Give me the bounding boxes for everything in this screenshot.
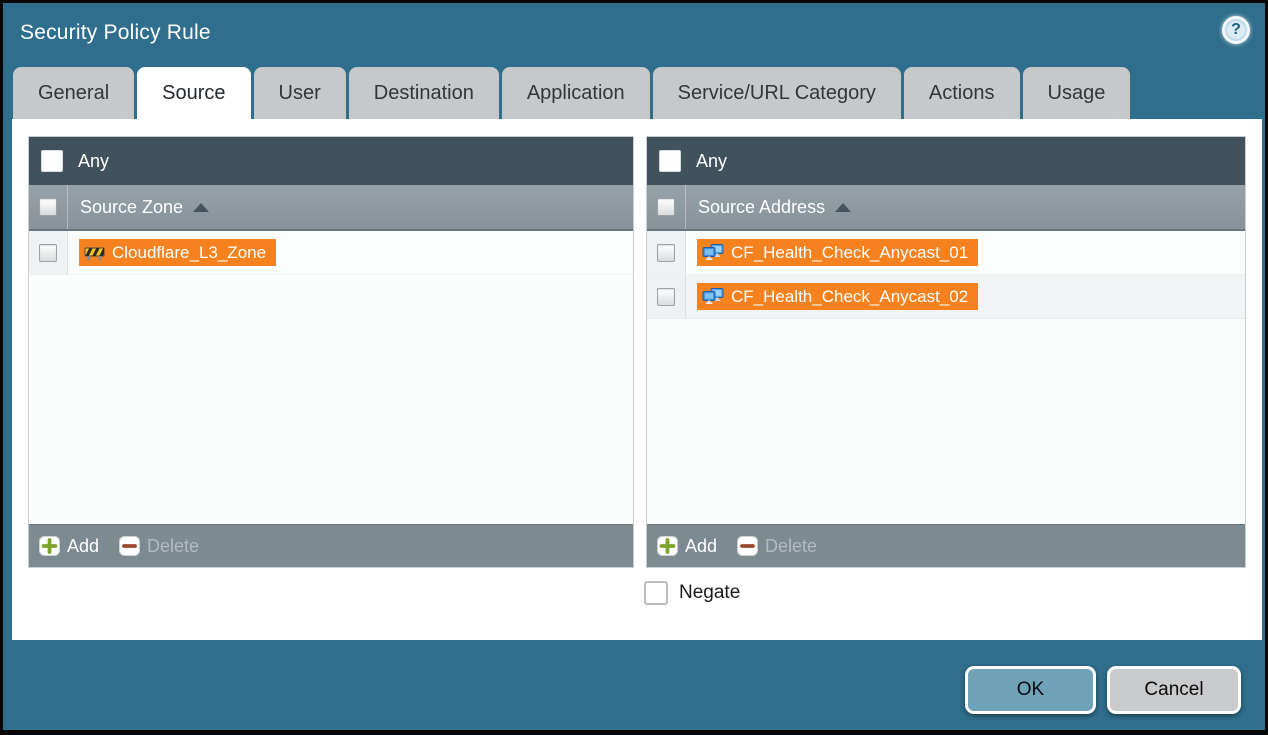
column-title: Source Zone — [80, 197, 183, 218]
zone-name: Cloudflare_L3_Zone — [112, 243, 266, 263]
row-checkbox[interactable] — [657, 244, 675, 262]
zone-chip[interactable]: Cloudflare_L3_Zone — [79, 239, 276, 266]
delete-icon — [119, 536, 140, 556]
row-checkbox-cell — [647, 275, 686, 318]
source-zone-select-all-checkbox[interactable] — [39, 198, 57, 216]
source-address-column-header[interactable]: Source Address — [647, 185, 1245, 231]
sort-ascending-icon — [835, 203, 851, 212]
cancel-button[interactable]: Cancel — [1107, 666, 1241, 714]
delete-button[interactable]: Delete — [119, 536, 199, 557]
source-zone-any-checkbox[interactable] — [41, 150, 63, 172]
source-address-list: CF_Health_Check_Anycast_01 — [647, 231, 1245, 524]
address-chip[interactable]: CF_Health_Check_Anycast_01 — [697, 239, 978, 266]
source-address-toolbar: Add Delete — [647, 524, 1245, 567]
title-bar: Security Policy Rule ? — [3, 3, 1265, 63]
help-icon[interactable]: ? — [1222, 16, 1250, 44]
row-checkbox-cell — [647, 231, 686, 274]
address-icon — [702, 244, 724, 262]
any-label: Any — [696, 151, 727, 172]
source-zone-list: Cloudflare_L3_Zone — [29, 231, 633, 524]
any-label: Any — [78, 151, 109, 172]
source-address-select-all-checkbox[interactable] — [657, 198, 675, 216]
delete-label: Delete — [147, 536, 199, 557]
add-icon — [39, 536, 60, 556]
table-row[interactable]: Cloudflare_L3_Zone — [29, 231, 633, 275]
delete-button[interactable]: Delete — [737, 536, 817, 557]
header-checkbox-cell — [647, 185, 686, 229]
source-address-any-row: Any — [647, 137, 1245, 185]
zone-icon — [84, 245, 105, 261]
tab-user[interactable]: User — [254, 67, 346, 119]
negate-checkbox[interactable] — [644, 581, 668, 605]
source-zone-toolbar: Add Delete — [29, 524, 633, 567]
tab-destination[interactable]: Destination — [349, 67, 499, 119]
ok-button[interactable]: OK — [965, 666, 1096, 714]
address-name: CF_Health_Check_Anycast_02 — [731, 287, 968, 307]
source-zone-panel: Any Source Zone — [28, 136, 634, 568]
column-title: Source Address — [698, 197, 825, 218]
address-chip[interactable]: CF_Health_Check_Anycast_02 — [697, 283, 978, 310]
tab-application[interactable]: Application — [502, 67, 650, 119]
tab-content: Any Source Zone — [12, 119, 1262, 640]
source-zone-any-row: Any — [29, 137, 633, 185]
source-zone-column-header[interactable]: Source Zone — [29, 185, 633, 231]
tab-actions[interactable]: Actions — [904, 67, 1020, 119]
tab-general[interactable]: General — [13, 67, 134, 119]
negate-row: Negate — [644, 581, 740, 605]
tab-bar: General Source User Destination Applicat… — [13, 67, 1255, 119]
row-checkbox[interactable] — [657, 288, 675, 306]
tab-usage[interactable]: Usage — [1023, 67, 1131, 119]
table-row[interactable]: CF_Health_Check_Anycast_02 — [647, 275, 1245, 319]
tab-service-url-category[interactable]: Service/URL Category — [653, 67, 901, 119]
add-button[interactable]: Add — [657, 536, 717, 557]
row-checkbox-cell — [29, 231, 68, 274]
dialog-title: Security Policy Rule — [20, 21, 211, 45]
negate-label: Negate — [679, 582, 740, 604]
address-icon — [702, 288, 724, 306]
add-icon — [657, 536, 678, 556]
delete-icon — [737, 536, 758, 556]
address-name: CF_Health_Check_Anycast_01 — [731, 243, 968, 263]
header-checkbox-cell — [29, 185, 68, 229]
add-button[interactable]: Add — [39, 536, 99, 557]
tab-source[interactable]: Source — [137, 67, 250, 119]
delete-label: Delete — [765, 536, 817, 557]
table-row[interactable]: CF_Health_Check_Anycast_01 — [647, 231, 1245, 275]
add-label: Add — [685, 536, 717, 557]
security-policy-rule-dialog: Security Policy Rule ? General Source Us… — [0, 0, 1268, 735]
sort-ascending-icon — [193, 203, 209, 212]
add-label: Add — [67, 536, 99, 557]
source-address-panel: Any Source Address — [646, 136, 1246, 568]
row-checkbox[interactable] — [39, 244, 57, 262]
source-address-any-checkbox[interactable] — [659, 150, 681, 172]
